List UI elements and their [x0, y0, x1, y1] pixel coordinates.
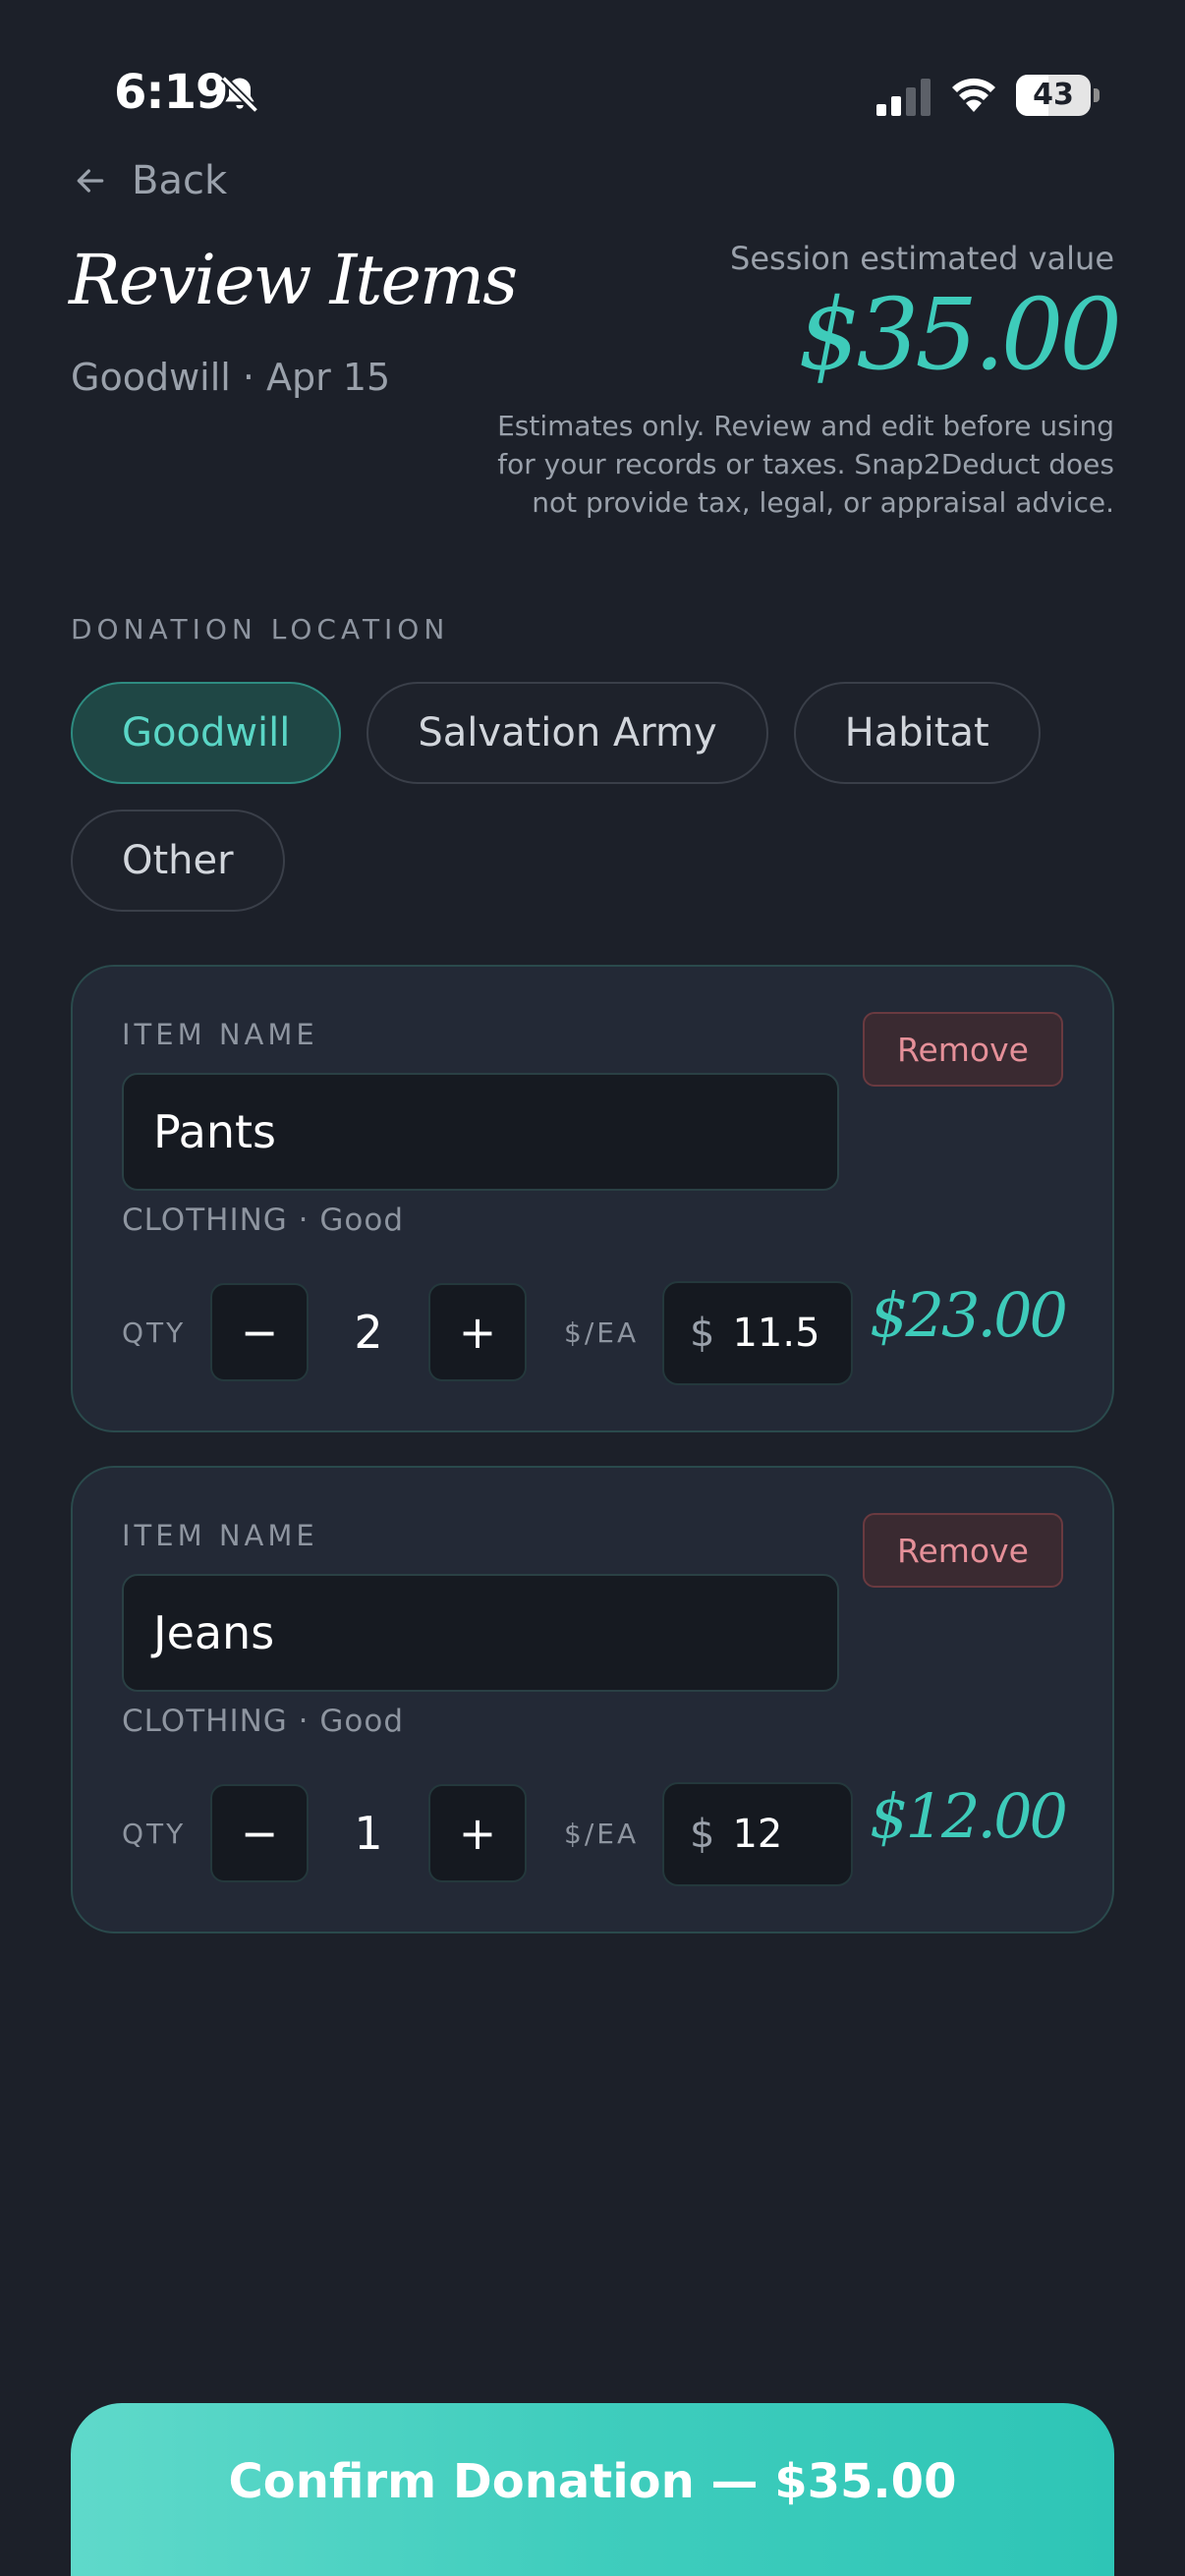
- donation-location-chips: Goodwill Salvation Army Habitat Other: [71, 682, 1114, 912]
- qty-value: 1: [354, 1807, 383, 1860]
- qty-value: 2: [354, 1306, 383, 1359]
- item-name-label: ITEM NAME: [122, 1519, 318, 1552]
- remove-button[interactable]: Remove: [863, 1012, 1063, 1087]
- line-total: $23.00: [870, 1279, 1068, 1351]
- decrease-qty-button[interactable]: −: [210, 1784, 309, 1882]
- chip-habitat[interactable]: Habitat: [793, 682, 1041, 784]
- estimate-label: Session estimated value: [730, 240, 1114, 277]
- price-each-label: $/EA: [564, 1316, 640, 1349]
- bell-slash-icon: [220, 75, 259, 114]
- price-each-input[interactable]: $ 11.5: [662, 1281, 853, 1385]
- item-category: CLOTHING · Good: [122, 1203, 405, 1238]
- price-each-label: $/EA: [564, 1818, 640, 1850]
- line-total: $12.00: [870, 1780, 1068, 1852]
- item-name-input[interactable]: Jeans: [122, 1574, 839, 1692]
- battery-cap: [1094, 88, 1100, 102]
- item-name-label: ITEM NAME: [122, 1018, 318, 1051]
- qty-label: QTY: [122, 1316, 187, 1349]
- battery-level: 43: [1033, 78, 1074, 112]
- price-value: 11.5: [732, 1311, 820, 1356]
- currency-symbol: $: [690, 1812, 715, 1857]
- item-name-input[interactable]: Pants: [122, 1073, 839, 1191]
- chip-other[interactable]: Other: [71, 810, 285, 912]
- disclaimer: Estimates only. Review and edit before u…: [497, 410, 1114, 519]
- price-each-input[interactable]: $ 12: [662, 1782, 853, 1886]
- status-bar: 6:19 43: [0, 0, 1185, 147]
- increase-qty-button[interactable]: +: [428, 1784, 527, 1882]
- signal-icon: [876, 79, 931, 116]
- back-button[interactable]: Back: [71, 153, 227, 208]
- wifi-icon: [952, 78, 995, 112]
- arrow-left-icon: [77, 169, 104, 193]
- decrease-qty-button[interactable]: −: [210, 1283, 309, 1381]
- page-title: Review Items: [69, 240, 518, 320]
- chip-salvation-army[interactable]: Salvation Army: [367, 682, 768, 784]
- review-items-screen: 6:19 43 Back Review Items Goodwill · Apr…: [0, 0, 1185, 2576]
- battery-icon: 43: [1016, 75, 1100, 116]
- item-card: ITEM NAME Remove Jeans CLOTHING · Good Q…: [71, 1466, 1114, 1933]
- page-subtitle: Goodwill · Apr 15: [71, 356, 391, 399]
- confirm-donation-button[interactable]: Confirm Donation — $35.00: [71, 2403, 1114, 2576]
- chip-goodwill[interactable]: Goodwill: [71, 682, 342, 784]
- remove-button[interactable]: Remove: [863, 1513, 1063, 1588]
- item-card: ITEM NAME Remove Pants CLOTHING · Good Q…: [71, 965, 1114, 1432]
- battery-body: 43: [1016, 75, 1091, 116]
- price-value: 12: [732, 1812, 783, 1857]
- qty-label: QTY: [122, 1818, 187, 1850]
- donation-location-label: DONATION LOCATION: [71, 613, 450, 645]
- estimate-value: $35.00: [798, 277, 1122, 392]
- status-time: 6:19: [114, 65, 228, 120]
- currency-symbol: $: [690, 1311, 715, 1356]
- item-category: CLOTHING · Good: [122, 1704, 405, 1739]
- back-label: Back: [132, 158, 228, 203]
- increase-qty-button[interactable]: +: [428, 1283, 527, 1381]
